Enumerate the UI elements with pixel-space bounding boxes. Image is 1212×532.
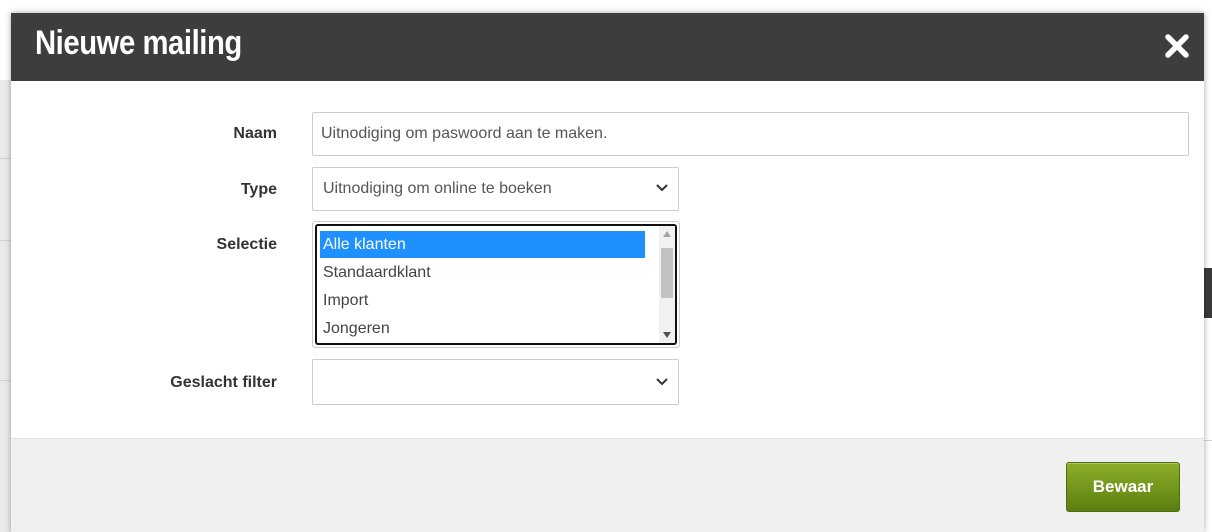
type-select[interactable]: Uitnodiging om online te boeken: [312, 167, 679, 211]
close-icon[interactable]: [1164, 33, 1190, 59]
listbox-option-standaardklant[interactable]: Standaardklant: [320, 259, 645, 286]
chevron-down-icon: [656, 184, 668, 192]
save-button[interactable]: Bewaar: [1066, 462, 1180, 512]
dialog-title: Nieuwe mailing: [35, 24, 242, 62]
naam-label: Naam: [233, 125, 277, 142]
chevron-down-icon: [656, 378, 668, 386]
listbox-option-alle-klanten[interactable]: Alle klanten: [320, 231, 645, 258]
geslacht-filter-select[interactable]: [312, 359, 679, 405]
type-label: Type: [240, 181, 277, 198]
new-mailing-dialog: Nieuwe mailing Naam Type Uitnodiging om …: [11, 13, 1204, 532]
scroll-up-icon[interactable]: [663, 231, 671, 237]
selectie-label: Selectie: [216, 236, 277, 253]
divider: [1203, 440, 1212, 441]
dialog-body: Naam Type Uitnodiging om online te boeke…: [11, 81, 1204, 438]
scrollbar-thumb[interactable]: [661, 248, 673, 298]
selectie-listbox[interactable]: Alle klanten Standaardklant Import Jonge…: [315, 224, 677, 345]
background-right-edge: [1203, 268, 1212, 318]
listbox-scrollbar[interactable]: [659, 226, 675, 343]
scroll-down-icon[interactable]: [663, 332, 671, 338]
naam-input[interactable]: [312, 112, 1189, 156]
geslacht-filter-label: Geslacht filter: [170, 374, 277, 391]
dialog-footer: Bewaar: [11, 438, 1204, 532]
listbox-option-import[interactable]: Import: [320, 287, 645, 314]
type-select-value: Uitnodiging om online te boeken: [323, 180, 552, 197]
listbox-option-jongeren[interactable]: Jongeren: [320, 315, 645, 342]
dialog-header: Nieuwe mailing: [11, 13, 1204, 81]
